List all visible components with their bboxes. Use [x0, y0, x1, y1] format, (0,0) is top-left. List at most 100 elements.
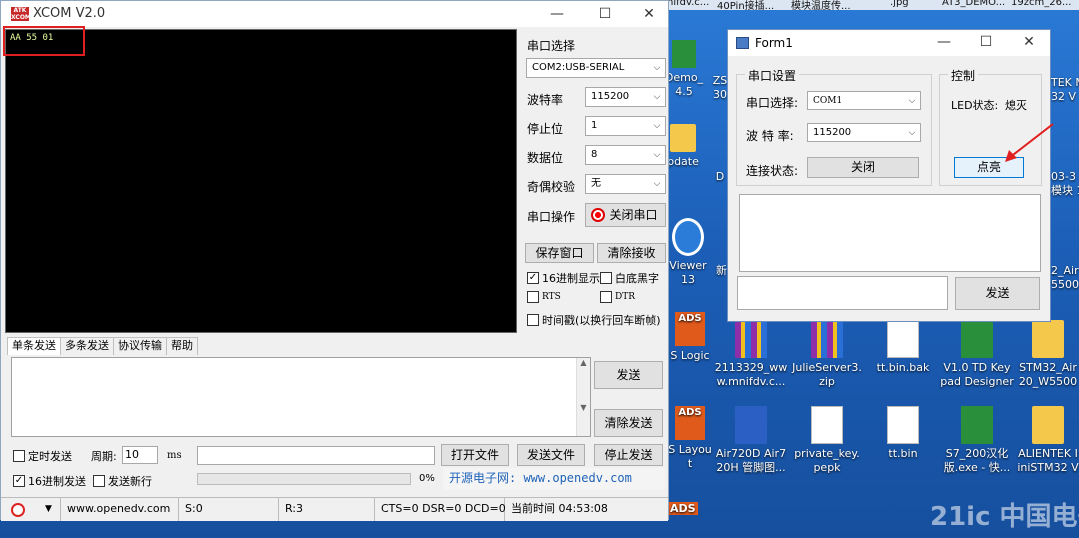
parity-value: 无: [591, 178, 601, 189]
maximize-button[interactable]: ☐: [589, 3, 621, 25]
chevron-down-icon: ⌵: [908, 96, 916, 106]
period-input[interactable]: 10: [122, 446, 158, 464]
desktop-icon-label: 2113329_ww w.mnifdv.c...: [714, 361, 788, 388]
send-button[interactable]: 发送: [955, 277, 1040, 310]
tab-multi-send[interactable]: 多条发送: [60, 337, 114, 355]
parity-select[interactable]: 无 ⌵: [585, 174, 666, 194]
rts-checkbox[interactable]: RTS: [527, 291, 561, 303]
chevron-down-icon: ⌵: [653, 150, 661, 160]
highlight-box: [3, 26, 85, 56]
minimize-button[interactable]: —: [541, 3, 573, 25]
timestamp-checkbox[interactable]: 时间戳(以换行回车断帧): [527, 312, 661, 328]
settings-dropdown[interactable]: ▼: [1, 498, 61, 521]
desktop-icon[interactable]: STM32_Air 20_W5500: [1014, 320, 1079, 389]
clear-send-button[interactable]: 清除发送: [594, 409, 663, 437]
close-port-button[interactable]: 关闭串口: [585, 203, 666, 227]
status-url[interactable]: www.openedv.com: [61, 498, 179, 521]
checkbox-label: RTS: [542, 292, 561, 302]
desktop-icon-label: S Logic: [670, 349, 710, 362]
receive-area[interactable]: AA 55 01: [5, 29, 517, 333]
port-select[interactable]: COM2:USB-SERIAL ⌵: [526, 58, 666, 78]
hex-send-checkbox[interactable]: ✓ 16进制发送: [13, 473, 86, 489]
tab-single-send[interactable]: 单条发送: [7, 337, 61, 355]
tab-protocol[interactable]: 协议传输: [113, 337, 167, 355]
port-value: COM1: [813, 96, 843, 106]
chevron-down-icon: ⌵: [653, 121, 661, 131]
desktop-label: 模块温度传...: [791, 1, 851, 12]
app-icon: [672, 40, 696, 68]
desktop-icon-label: Viewer 13: [669, 259, 707, 286]
baud-select[interactable]: 115200 ⌵: [585, 87, 666, 107]
checkbox-box: [527, 314, 539, 326]
desktop-icon[interactable]: private_key. pepk: [788, 406, 866, 475]
send-button[interactable]: 发送: [594, 361, 663, 389]
desktop-icon[interactable]: ADS S Layou t: [664, 406, 716, 471]
close-button[interactable]: ✕: [1013, 31, 1045, 53]
desktop-icon[interactable]: tt.bin.bak: [864, 320, 942, 375]
stop-send-button[interactable]: 停止发送: [594, 444, 663, 466]
hex-display-checkbox[interactable]: ✓ 16进制显示: [527, 270, 600, 286]
baud-value: 115200: [813, 127, 852, 138]
tab-help[interactable]: 帮助: [166, 337, 198, 355]
desktop-icon[interactable]: JulieServer3. zip: [788, 320, 866, 389]
desktop-icon-label: Demo_ 4.5: [664, 71, 704, 98]
website-banner[interactable]: 开源电子网: www.openedv.com: [443, 468, 665, 490]
folder-icon: [670, 124, 696, 152]
checkbox-label: 16进制显示: [542, 272, 600, 285]
form1-titlebar[interactable]: Form1 — ☐ ✕: [728, 30, 1050, 56]
desktop-icon[interactable]: V1.0 TD Key pad Designer: [938, 320, 1016, 389]
minimize-button[interactable]: —: [928, 31, 960, 53]
maximize-button[interactable]: ☐: [970, 31, 1002, 53]
desktop-label: 19zcm_26...: [1011, 0, 1072, 8]
data-bits-select[interactable]: 8 ⌵: [585, 145, 666, 165]
send-newline-checkbox[interactable]: 发送新行: [93, 473, 152, 489]
desktop-icon-label: D: [715, 170, 725, 183]
desktop-icon-label: V1.0 TD Key pad Designer: [940, 361, 1014, 388]
status-lines: CTS=0 DSR=0 DCD=0: [375, 498, 506, 521]
progress-percent: 0%: [419, 473, 435, 484]
led-status-value: 熄灭: [1005, 99, 1027, 112]
desktop-icon[interactable]: ADS S Logic: [664, 312, 716, 363]
receive-textbox[interactable]: [739, 194, 1041, 272]
connection-label: 连接状态:: [746, 164, 799, 178]
open-file-button[interactable]: 打开文件: [441, 444, 509, 466]
desktop-icon-label: ZS 30: [712, 74, 728, 101]
status-time: 当前时间 04:53:08: [511, 502, 608, 515]
window-title: Form1: [755, 36, 793, 50]
desktop-top-strip: nifdv.c... 40Pin接插... 模块温度传... .jpg AT3_…: [665, 0, 1079, 12]
desktop-icon[interactable]: 2113329_ww w.mnifdv.c...: [712, 320, 790, 389]
save-window-button[interactable]: 保存窗口: [525, 243, 594, 263]
scrollbar[interactable]: ▲ ▼: [576, 358, 590, 436]
desktop-icon[interactable]: tt.bin: [864, 406, 942, 461]
port-select[interactable]: COM1 ⌵: [807, 91, 921, 110]
app-icon: [961, 406, 993, 444]
xcom-titlebar[interactable]: ATK XCOM XCOM V2.0 — ☐ ✕: [1, 1, 668, 27]
close-button[interactable]: ✕: [633, 3, 665, 25]
desktop-icon[interactable]: ALIENTEK I iniSTM32 V: [1014, 406, 1079, 475]
desktop-icon-label: STM32_Air 20_W5500: [1018, 361, 1078, 388]
chevron-down-icon: ⌵: [653, 63, 661, 73]
group-title: 控制: [948, 67, 979, 84]
white-bg-checkbox[interactable]: 白底黑字: [600, 270, 659, 286]
zip-archive-icon: [811, 320, 843, 358]
stop-bits-value: 1: [591, 120, 598, 131]
send-textbox[interactable]: [737, 276, 948, 310]
timed-send-checkbox[interactable]: 定时发送: [13, 448, 72, 464]
desktop-label: 40Pin接插...: [717, 1, 775, 12]
dtr-checkbox[interactable]: DTR: [600, 291, 635, 303]
led-status-label: LED状态:: [951, 99, 999, 112]
desktop-icon[interactable]: Viewer 13: [662, 218, 714, 287]
desktop-icon[interactable]: S7_200汉化 版.exe - 快...: [938, 406, 1016, 475]
connection-toggle-button[interactable]: 关闭: [807, 157, 919, 178]
xcom-window: ATK XCOM XCOM V2.0 — ☐ ✕ AA 55 01 串口选择 C…: [0, 0, 669, 521]
stop-bits-select[interactable]: 1 ⌵: [585, 116, 666, 136]
baud-select[interactable]: 115200 ⌵: [807, 123, 921, 142]
checkbox-label: DTR: [615, 292, 635, 302]
gear-icon: [11, 503, 25, 517]
clear-receive-button[interactable]: 清除接收: [597, 243, 666, 263]
send-file-button[interactable]: 发送文件: [517, 444, 585, 466]
send-input[interactable]: ▲ ▼: [11, 357, 591, 437]
file-path-input[interactable]: [197, 446, 435, 465]
desktop-icon[interactable]: Air720D Air7 20H 管脚图...: [712, 406, 790, 475]
desktop-icon[interactable]: D: [712, 170, 728, 184]
